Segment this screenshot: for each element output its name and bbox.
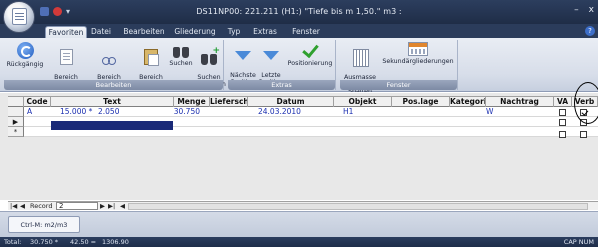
cell-code[interactable]: A	[27, 107, 49, 117]
cell-lieferschein[interactable]	[202, 107, 240, 117]
group-caption-fenster: Fenster	[340, 80, 457, 90]
record-navigator: |◀ ◀ Record 2 ▶ ▶| ◀	[8, 201, 598, 210]
active-edit-cell[interactable]	[51, 121, 173, 130]
row-selector-new[interactable]: *	[8, 127, 24, 137]
help-icon[interactable]: ?	[585, 26, 595, 36]
cell-text-factor[interactable]: 15.000 *	[60, 107, 98, 117]
window-controls: – x	[574, 5, 594, 15]
tab-typ[interactable]: Typ	[226, 26, 242, 38]
ribbon: Rückgängig Bereich kopieren Bereich auss…	[0, 38, 598, 95]
header-objekt[interactable]: Objekt	[334, 97, 392, 107]
search-label: Suchen	[169, 60, 193, 67]
close-window-button[interactable]: x	[589, 5, 594, 15]
cell-menge[interactable]: 30.750	[166, 107, 200, 117]
binoculars-icon	[172, 42, 190, 58]
grid-top-border	[0, 92, 598, 93]
va-checkbox-row2[interactable]	[559, 119, 566, 126]
title-bar: ▾ DS11NP00: 221.211 (H1:) "Tiefe bis m 1…	[0, 0, 598, 24]
row-selector-1[interactable]	[8, 107, 24, 117]
cell-text-value[interactable]: 2.050	[98, 107, 138, 117]
header-selector	[8, 97, 24, 107]
ribbon-tab-strip: Favoriten Datei Bearbeiten Gliederung Ty…	[0, 24, 598, 38]
cell-datum[interactable]: 24.03.2010	[258, 107, 322, 117]
header-menge[interactable]: Menge	[174, 97, 210, 107]
row-selector-2[interactable]: ▶	[8, 117, 24, 127]
status-total-label: Total:	[4, 238, 22, 246]
va-checkbox-row1[interactable]	[559, 109, 566, 116]
annotation-circle	[574, 82, 598, 124]
header-code[interactable]: Code	[24, 97, 51, 107]
header-datum[interactable]: Datum	[248, 97, 334, 107]
positioning-button[interactable]: Positionierung	[286, 42, 334, 67]
undo-label: Rückgängig	[6, 61, 44, 68]
header-va[interactable]: VA	[554, 97, 572, 107]
undo-button[interactable]: Rückgängig	[6, 42, 44, 68]
undo-icon	[16, 42, 34, 59]
checkmark-icon	[301, 42, 319, 58]
application-orb-icon	[12, 8, 27, 25]
next-record-button[interactable]: ▶	[100, 202, 105, 211]
secondary-outlines-label: Sekundärgliederungen	[382, 58, 454, 65]
group-caption-bearbeiten: Bearbeiten	[4, 80, 223, 90]
paste-icon	[144, 49, 159, 66]
group-caption-extras: Extras	[228, 80, 335, 90]
horizontal-scrollbar[interactable]	[128, 203, 588, 210]
ribbon-group-bearbeiten: Rückgängig Bereich kopieren Bereich auss…	[4, 40, 226, 90]
scroll-left-button[interactable]: ◀	[120, 202, 125, 211]
va-checkbox-new[interactable]	[559, 131, 566, 138]
secondary-outlines-button[interactable]: Sekundärgliederungen	[380, 42, 456, 65]
tab-extras[interactable]: Extras	[252, 26, 278, 38]
document-tab-strip: Ctrl-M: m2/m3 erfassen	[0, 211, 598, 246]
ribbon-group-fenster: Ausmasse mit Spalten Sekundärgliederunge…	[340, 40, 458, 95]
copy-icon	[59, 49, 73, 65]
record-number-input[interactable]: 2	[56, 202, 98, 210]
status-total-value: 30.750 *	[30, 238, 59, 246]
tab-datei[interactable]: Datei	[89, 26, 113, 38]
tab-gliederung[interactable]: Gliederung	[174, 26, 216, 38]
header-lieferschein[interactable]: Lieferschein	[210, 97, 248, 107]
table-row[interactable]: A 15.000 * 2.050 30.750 24.03.2010 H1 W	[24, 107, 598, 117]
cell-poslage[interactable]	[384, 107, 442, 117]
tab-fenster[interactable]: Fenster	[288, 26, 324, 38]
find-next-icon: +	[200, 47, 220, 65]
positioning-label: Positionierung	[287, 60, 333, 67]
first-record-button[interactable]: |◀	[10, 202, 17, 211]
cell-objekt[interactable]: H1	[343, 107, 383, 117]
window-title: DS11NP00: 221.211 (H1:) "Tiefe bis m 1,5…	[196, 7, 402, 16]
ribbon-group-extras: Nächste Position Letzte Position Positio…	[228, 40, 336, 90]
row-selector-column: ▶ *	[8, 107, 24, 141]
status-factor: 42.50 =	[70, 238, 97, 246]
verb-checkbox-new[interactable]	[580, 131, 587, 138]
minimize-button[interactable]: –	[574, 5, 579, 15]
doc-tab-m2-m3[interactable]: Ctrl-M: m2/m3 erfassen	[8, 216, 80, 246]
next-position-icon	[234, 49, 252, 63]
last-position-icon	[262, 49, 280, 63]
status-bar: Total: 30.750 * 42.50 = 1306.90 CAP NUM	[0, 237, 598, 247]
tab-bearbeiten[interactable]: Bearbeiten	[121, 26, 167, 38]
tab-favoriten[interactable]: Favoriten	[45, 26, 87, 38]
header-nachtrag[interactable]: Nachtrag	[486, 97, 554, 107]
record-label: Record	[30, 202, 53, 210]
cell-kategorie[interactable]	[442, 107, 478, 117]
columns-icon	[351, 49, 369, 67]
header-text[interactable]: Text	[51, 97, 174, 107]
search-button[interactable]: Suchen	[168, 42, 194, 67]
cell-nachtrag[interactable]: W	[486, 107, 506, 117]
scissors-icon	[101, 49, 117, 65]
last-record-button[interactable]: ▶|	[108, 202, 115, 211]
header-kategorie[interactable]: Kategori	[450, 97, 486, 107]
calendar-icon	[408, 42, 428, 56]
header-poslage[interactable]: Pos.lage	[392, 97, 450, 107]
status-indicators: CAP NUM	[563, 238, 594, 246]
grid-header: Code Text Menge Lieferschein Datum Objek…	[8, 96, 598, 107]
previous-record-button[interactable]: ◀	[20, 202, 25, 211]
status-result: 1306.90	[102, 238, 129, 246]
application-menu-button[interactable]	[3, 1, 35, 33]
